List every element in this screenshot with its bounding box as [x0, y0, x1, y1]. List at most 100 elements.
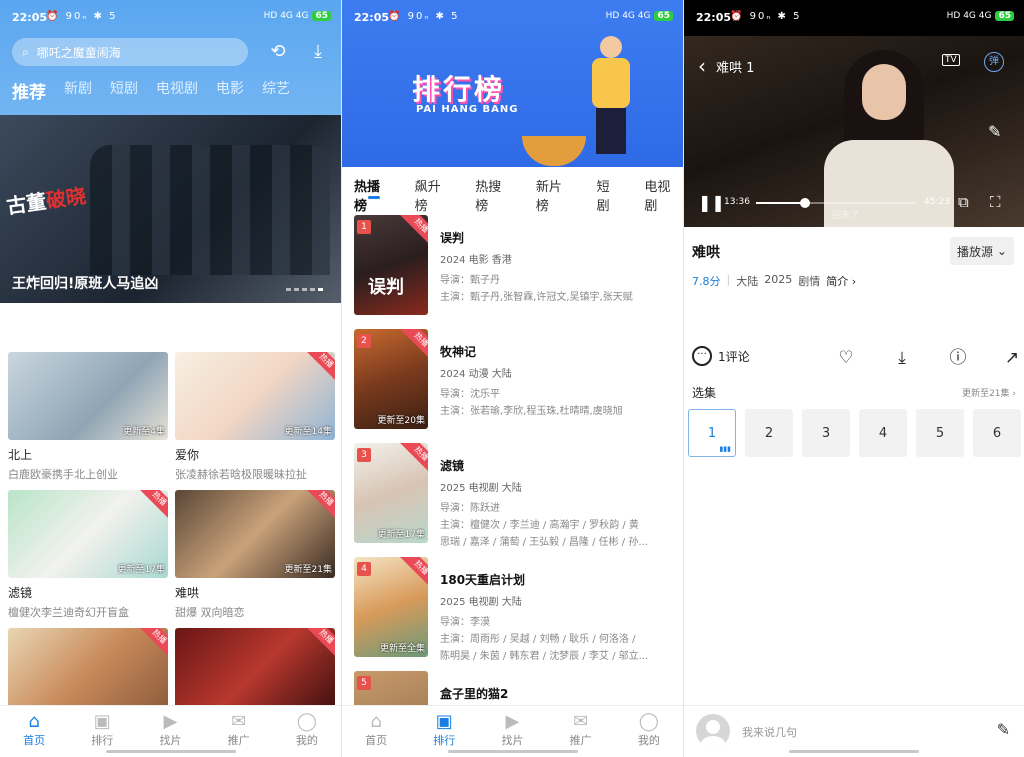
- ranking-item[interactable]: 2 热播 更新至20集 牧神记 2024 动漫 大陆 导演：沈乐平 主演：张若瑜…: [354, 329, 679, 443]
- home-screen: 22:05 ⏰ 90ₙ ✱ 5 HD 4G 4G 65 ⌕ 哪吒之魔童闹海 ⟲ ⤓…: [0, 0, 341, 757]
- episodes-heading: 选集: [692, 386, 717, 400]
- download-icon[interactable]: ⤓: [890, 346, 914, 370]
- show-name: 滤镜: [440, 459, 465, 473]
- tab-variety[interactable]: 综艺: [262, 78, 290, 103]
- episode-button[interactable]: 5: [916, 409, 964, 457]
- status-time: 22:05: [12, 11, 48, 24]
- ranking-item[interactable]: 4 热播 更新至全集 180天重启计划 2025 电视剧 大陆 导演：李漠 主演…: [354, 557, 679, 671]
- update-status: 更新至4集: [123, 427, 165, 437]
- episodes-update[interactable]: 更新至21集 ›: [962, 386, 1016, 399]
- episode-button[interactable]: 1 ▮▮▮: [688, 409, 736, 457]
- show-card[interactable]: 热播 更新至17集 滤镜 檀健次李兰迪奇幻开盲盒: [8, 490, 168, 620]
- ranking-item[interactable]: 3 热播 更新至17集 滤镜 2025 电视剧 大陆 导演：陈跃进 主演：檀健次…: [354, 443, 679, 557]
- help-icon[interactable]: ⓘ: [946, 346, 970, 370]
- pause-icon[interactable]: ❚❚: [698, 193, 725, 212]
- show-meta: 2024 动漫 大陆: [440, 369, 512, 380]
- player-top-bar: ‹ 难哄 1: [698, 54, 754, 78]
- cast-tv-icon[interactable]: TV: [942, 54, 960, 66]
- episode-button[interactable]: 6: [973, 409, 1021, 457]
- ranking-screen: 排行榜 PAI HANG BANG 22:05 ⏰ 90ₙ ✱ 5 HD 4G …: [342, 0, 683, 757]
- picture-in-picture-icon[interactable]: ⧉: [958, 193, 969, 211]
- show-card[interactable]: 更新至4集 北上 白鹿欧豪携手北上创业: [8, 352, 168, 482]
- show-name: 180天重启计划: [440, 573, 526, 587]
- pen-icon[interactable]: ✎: [997, 720, 1010, 739]
- status-right: HD 4G 4G 65: [606, 11, 673, 21]
- tab-new[interactable]: 新剧: [64, 78, 92, 103]
- poster-title: 误判: [368, 277, 404, 298]
- nav-home[interactable]: ⌂ 首页: [346, 706, 406, 757]
- hot-badge: 热播: [304, 352, 335, 383]
- category-tabs: 推荐 新剧 短剧 电视剧 电影 综艺: [12, 78, 290, 103]
- show-poster: 1 热播 误判: [354, 215, 428, 315]
- tab-rising[interactable]: 飙升榜: [415, 176, 454, 214]
- edit-danmaku-icon[interactable]: ✎: [988, 122, 1001, 141]
- progress-handle[interactable]: [800, 198, 810, 208]
- banner-logo: 古董破晓: [4, 183, 88, 219]
- tab-recommend[interactable]: 推荐: [12, 78, 46, 103]
- tab-tv-series[interactable]: 电视剧: [644, 176, 683, 214]
- genre: 剧情: [798, 275, 821, 288]
- update-status: 更新至20集: [377, 416, 425, 426]
- tab-short[interactable]: 短剧: [110, 78, 138, 103]
- comment-input[interactable]: 我来说几句: [742, 724, 797, 740]
- share-icon[interactable]: ↗: [1000, 346, 1024, 370]
- hot-badge: 热播: [399, 215, 428, 248]
- wifi-signal-icon: HD 4G 4G: [946, 11, 992, 21]
- intro-link[interactable]: 简介 ›: [826, 273, 856, 289]
- tab-movie[interactable]: 电影: [216, 78, 244, 103]
- download-icon[interactable]: ⤓: [306, 40, 330, 64]
- show-thumbnail: 热播 更新至17集: [8, 490, 168, 578]
- show-card[interactable]: 热播 更新至14集 爱你 张凌赫徐若晗极限暖昧拉扯: [175, 352, 335, 482]
- fullscreen-icon[interactable]: ⛶: [990, 193, 1001, 211]
- progress-bar[interactable]: [756, 198, 916, 208]
- back-icon[interactable]: ‹: [698, 54, 706, 78]
- director: 导演：陈跃进: [440, 503, 500, 514]
- banner-image: [90, 145, 330, 275]
- favorite-icon[interactable]: ♡: [834, 346, 858, 370]
- discover-icon: ▶: [505, 711, 520, 732]
- show-meta: 2024 电影 香港: [440, 255, 512, 266]
- show-subtitle: 白鹿欧豪携手北上创业: [8, 468, 118, 481]
- year: 2025: [764, 273, 793, 286]
- status-right: HD 4G 4G 65: [947, 11, 1014, 21]
- nav-profile[interactable]: ◯ 我的: [277, 706, 337, 757]
- wifi-signal-icon: HD 4G 4G: [605, 11, 651, 21]
- tab-short-drama[interactable]: 短剧: [597, 176, 623, 214]
- update-status: 更新至21集: [284, 565, 332, 575]
- ranking-item[interactable]: 1 热播 误判 误判 2024 电影 香港 导演：甄子丹 主演：甄子丹,张智霖,…: [354, 215, 679, 329]
- tab-search[interactable]: 热搜榜: [475, 176, 514, 214]
- show-meta: 2025 电视剧 大陆: [440, 483, 522, 494]
- show-title: 难哄: [692, 245, 720, 261]
- ranking-list: 1 热播 误判 误判 2024 电影 香港 导演：甄子丹 主演：甄子丹,张智霖,…: [354, 215, 679, 757]
- battery-icon: 65: [312, 11, 331, 21]
- ranking-title: 排行榜: [412, 73, 506, 106]
- hot-badge: 热播: [399, 443, 428, 476]
- episode-button[interactable]: 4: [859, 409, 907, 457]
- source-select-button[interactable]: 播放源 ⌄: [950, 237, 1014, 265]
- status-time: 22:05: [696, 11, 732, 24]
- gesture-bar: [105, 750, 236, 753]
- nav-profile[interactable]: ◯ 我的: [619, 706, 679, 757]
- tab-new-release[interactable]: 新片榜: [536, 176, 575, 214]
- tab-hot[interactable]: 热播榜: [354, 176, 393, 214]
- active-tab-indicator: [368, 196, 380, 199]
- recommend-grid: 更新至4集 北上 白鹿欧豪携手北上创业 热播 更新至14集 爱你 张凌赫徐若晗极…: [8, 352, 335, 757]
- mascot-illustration: [580, 36, 650, 156]
- comments-button[interactable]: ··· 1评论: [692, 346, 750, 366]
- danmaku-toggle-icon[interactable]: 弹: [984, 52, 1004, 72]
- show-card[interactable]: 热播 更新至21集 难哄 甜爆 双向暗恋: [175, 490, 335, 620]
- tab-tv[interactable]: 电视剧: [156, 78, 198, 103]
- history-icon[interactable]: ⟲: [266, 40, 290, 64]
- update-status: 更新至全集: [379, 644, 425, 654]
- episode-button[interactable]: 2: [745, 409, 793, 457]
- show-poster: 2 热播 更新至20集: [354, 329, 428, 429]
- banner-caption: 王炸回归!原班人马追凶: [12, 276, 159, 292]
- banner-carousel[interactable]: 古董破晓 王炸回归!原班人马追凶: [0, 115, 341, 303]
- nav-home[interactable]: ⌂ 首页: [4, 706, 64, 757]
- action-row: ··· 1评论 ♡ ⤓ ⓘ ↗: [692, 346, 1019, 372]
- episode-button[interactable]: 3: [802, 409, 850, 457]
- cast: 主演：周雨彤 / 吴越 / 刘畅 / 耿乐 / 何洛洛 / 陈明昊 / 朱茵 / …: [440, 634, 649, 662]
- search-input[interactable]: ⌕ 哪吒之魔童闹海: [12, 38, 248, 66]
- director: 导演：沈乐平: [440, 389, 500, 400]
- hot-badge: 热播: [304, 490, 335, 521]
